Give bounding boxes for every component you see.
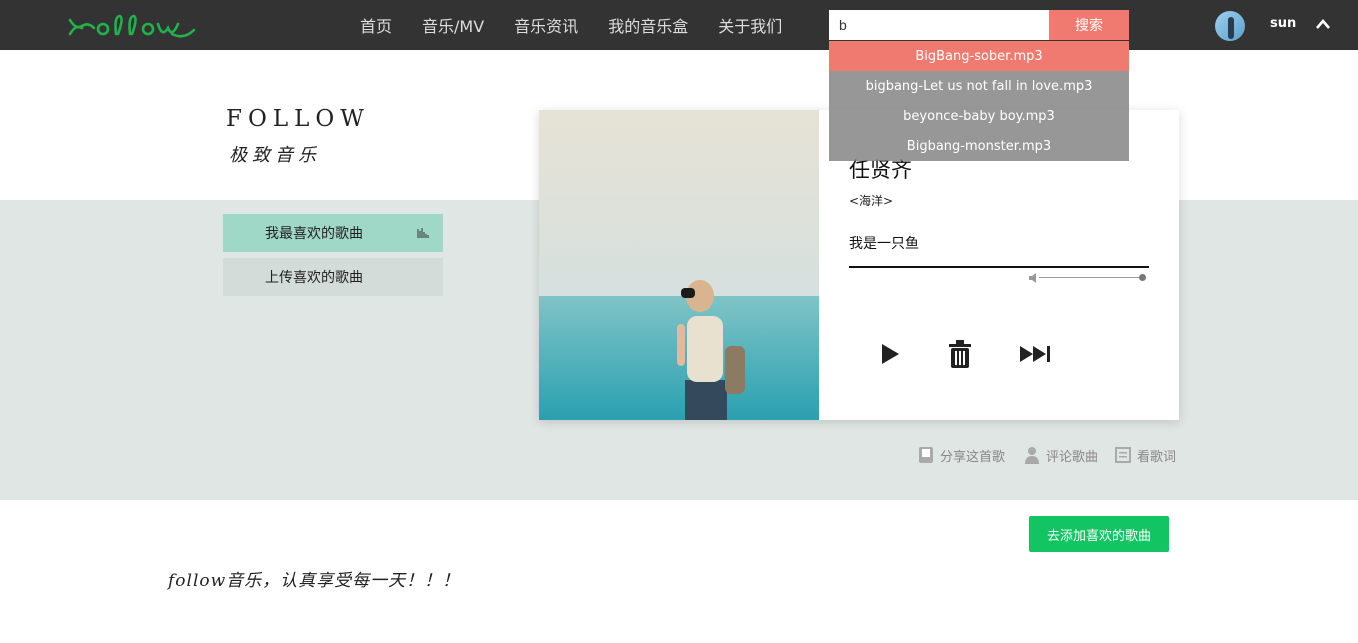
chevron-up-icon[interactable] (1315, 18, 1331, 30)
equalizer-icon (417, 228, 429, 238)
share-icon (919, 447, 933, 463)
share-label: 分享这首歌 (940, 449, 1006, 465)
username[interactable]: sun (1270, 16, 1296, 31)
album-cover (539, 110, 819, 420)
user-icon (1025, 447, 1039, 464)
suggestion-item[interactable]: beyonce-baby boy.mp3 (829, 101, 1129, 131)
play-icon[interactable] (877, 341, 903, 367)
comment-action[interactable]: 评论歌曲 (1024, 445, 1098, 465)
comment-label: 评论歌曲 (1046, 449, 1099, 465)
suggestion-item[interactable]: BigBang-sober.mp3 (829, 41, 1129, 71)
share-action[interactable]: 分享这首歌 (918, 445, 1005, 465)
top-bar: 首页 音乐/MV 音乐资讯 我的音乐盒 关于我们 搜索 sun (0, 0, 1358, 50)
slogan: follow音乐，认真享受每一天！！！ (168, 571, 461, 591)
trash-icon[interactable] (947, 340, 973, 368)
lyrics-label: 看歌词 (1137, 449, 1177, 465)
sidebar-item-label: 上传喜欢的歌曲 (265, 270, 363, 286)
progress-bar[interactable] (849, 266, 1149, 268)
add-favorite-songs-button[interactable]: 去添加喜欢的歌曲 (1029, 516, 1169, 552)
album-name: <海洋> (849, 194, 894, 208)
nav-my-music-box[interactable]: 我的音乐盒 (608, 13, 688, 37)
nav-music-news[interactable]: 音乐资讯 (514, 13, 578, 37)
song-title: 我是一只鱼 (849, 236, 919, 252)
sidebar-item-label: 我最喜欢的歌曲 (265, 226, 363, 242)
search-suggestions: BigBang-sober.mp3 bigbang-Let us not fal… (829, 41, 1129, 161)
avatar[interactable] (1215, 11, 1245, 41)
nav-about-us[interactable]: 关于我们 (718, 13, 782, 37)
sidebar-item-upload-songs[interactable]: 上传喜欢的歌曲 (223, 258, 443, 296)
next-icon[interactable] (1019, 341, 1053, 367)
avatar-figure (1228, 17, 1234, 39)
lyrics-icon (1115, 447, 1131, 463)
suggestion-item[interactable]: Bigbang-monster.mp3 (829, 131, 1129, 161)
search-input[interactable] (829, 10, 1049, 40)
nav-music-mv[interactable]: 音乐/MV (422, 13, 484, 37)
brand-subtitle: 极致音乐 (229, 145, 321, 166)
search-button[interactable]: 搜索 (1049, 10, 1129, 40)
sidebar-item-favorite-songs[interactable]: 我最喜欢的歌曲 (223, 214, 443, 252)
nav-home[interactable]: 首页 (360, 13, 392, 37)
volume-slider[interactable] (1039, 277, 1143, 278)
brand-title: FOLLOW (226, 106, 370, 132)
follow-logo[interactable] (68, 10, 198, 42)
volume-knob[interactable] (1139, 274, 1146, 281)
volume-icon[interactable] (1029, 273, 1037, 283)
suggestion-item[interactable]: bigbang-Let us not fall in love.mp3 (829, 71, 1129, 101)
lyrics-action[interactable]: 看歌词 (1115, 445, 1176, 465)
main-nav: 首页 音乐/MV 音乐资讯 我的音乐盒 关于我们 (345, 0, 797, 50)
